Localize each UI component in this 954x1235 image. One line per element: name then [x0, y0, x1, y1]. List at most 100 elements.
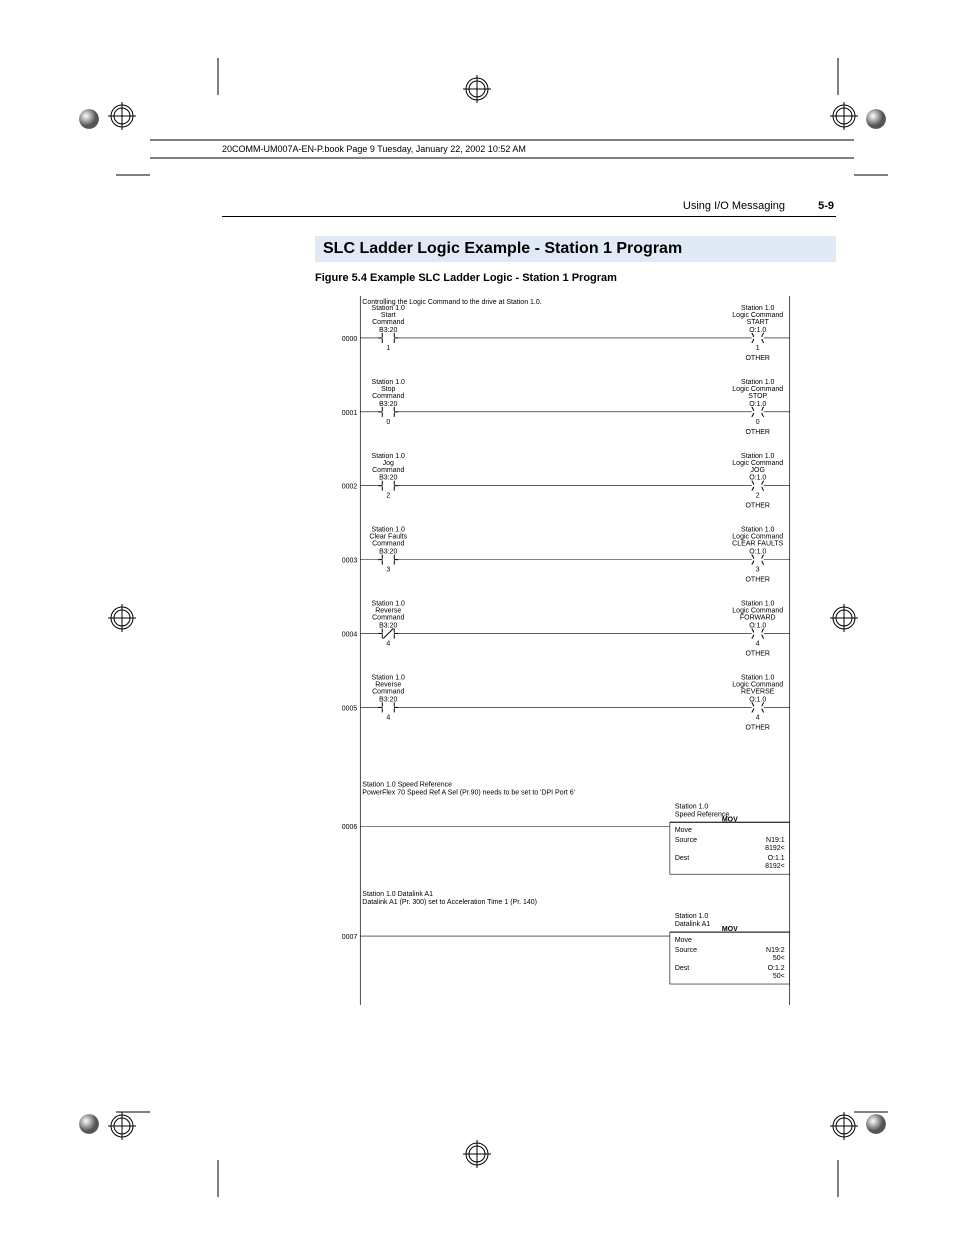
svg-text:50<: 50<: [773, 973, 785, 980]
svg-text:REVERSE: REVERSE: [741, 688, 775, 695]
svg-text:B3:20: B3:20: [379, 401, 397, 408]
svg-text:Clear Faults: Clear Faults: [369, 534, 407, 541]
svg-text:Station 1.0: Station 1.0: [741, 453, 775, 460]
svg-text:OTHER: OTHER: [746, 724, 770, 731]
svg-text:Station 1.0 Datalink A1: Station 1.0 Datalink A1: [362, 891, 433, 898]
svg-text:Move: Move: [675, 827, 692, 834]
svg-text:JOG: JOG: [751, 467, 765, 474]
svg-text:Command: Command: [372, 541, 404, 548]
svg-text:0000: 0000: [342, 336, 358, 343]
svg-text:Dest: Dest: [675, 965, 689, 972]
running-head: 20COMM-UM007A-EN-P.book Page 9 Tuesday, …: [222, 144, 526, 154]
svg-text:8192<: 8192<: [765, 845, 785, 852]
svg-text:Command: Command: [372, 688, 404, 695]
sphere-icon: [865, 1113, 887, 1135]
svg-text:Command: Command: [372, 615, 404, 622]
figure-caption: Figure 5.4 Example SLC Ladder Logic - St…: [315, 272, 617, 284]
svg-text:1: 1: [386, 345, 390, 352]
registration-mark-icon: [463, 1140, 491, 1168]
svg-text:2: 2: [386, 493, 390, 500]
svg-text:Station 1.0: Station 1.0: [372, 453, 406, 460]
svg-text:OTHER: OTHER: [746, 429, 770, 436]
registration-mark-icon: [108, 604, 136, 632]
svg-text:N19:1: N19:1: [766, 837, 785, 844]
svg-text:Logic Command: Logic Command: [732, 312, 783, 319]
svg-text:4: 4: [386, 641, 390, 648]
svg-text:CLEAR FAULTS: CLEAR FAULTS: [732, 541, 783, 548]
svg-text:Station 1.0: Station 1.0: [372, 674, 406, 681]
svg-text:O:1.0: O:1.0: [749, 401, 766, 408]
svg-text:Logic Command: Logic Command: [732, 534, 783, 541]
svg-text:Station 1.0 Speed Reference: Station 1.0 Speed Reference: [362, 781, 452, 788]
svg-text:Station 1.0: Station 1.0: [741, 601, 775, 608]
svg-text:4: 4: [756, 714, 760, 721]
svg-text:Command: Command: [372, 393, 404, 400]
svg-text:Logic Command: Logic Command: [732, 386, 783, 393]
svg-text:1: 1: [756, 345, 760, 352]
svg-text:Station 1.0: Station 1.0: [372, 379, 406, 386]
svg-text:OTHER: OTHER: [746, 577, 770, 584]
svg-text:Stop: Stop: [381, 386, 395, 393]
page-header: Using I/O Messaging 5-9: [683, 200, 834, 212]
svg-text:Logic Command: Logic Command: [732, 460, 783, 467]
svg-text:START: START: [747, 319, 770, 326]
svg-text:8192<: 8192<: [765, 863, 785, 870]
svg-text:0006: 0006: [342, 824, 358, 831]
svg-text:Station 1.0: Station 1.0: [741, 379, 775, 386]
header-rule: [222, 216, 836, 217]
svg-text:Source: Source: [675, 837, 697, 844]
sphere-icon: [78, 1113, 100, 1135]
svg-text:4: 4: [386, 714, 390, 721]
svg-text:OTHER: OTHER: [746, 503, 770, 510]
svg-text:0004: 0004: [342, 632, 358, 639]
svg-text:O:1.2: O:1.2: [768, 965, 785, 972]
registration-mark-icon: [830, 1112, 858, 1140]
svg-text:Station 1.0: Station 1.0: [741, 305, 775, 312]
svg-text:O:1.1: O:1.1: [768, 855, 785, 862]
svg-text:O:1.0: O:1.0: [749, 696, 766, 703]
svg-text:Reverse: Reverse: [375, 608, 401, 615]
svg-text:Station 1.0: Station 1.0: [741, 527, 775, 534]
registration-mark-icon: [108, 1112, 136, 1140]
svg-text:B3:20: B3:20: [379, 327, 397, 334]
svg-text:OTHER: OTHER: [746, 650, 770, 657]
svg-text:FORWARD: FORWARD: [740, 615, 776, 622]
sheet: 20COMM-UM007A-EN-P.book Page 9 Tuesday, …: [0, 0, 954, 1235]
svg-text:Station 1.0: Station 1.0: [372, 601, 406, 608]
svg-text:Logic Command: Logic Command: [732, 681, 783, 688]
svg-text:Command: Command: [372, 319, 404, 326]
svg-text:O:1.0: O:1.0: [749, 327, 766, 334]
svg-text:Station 1.0: Station 1.0: [741, 674, 775, 681]
svg-text:3: 3: [756, 567, 760, 574]
registration-mark-icon: [830, 604, 858, 632]
svg-text:0: 0: [756, 419, 760, 426]
svg-text:B3:20: B3:20: [379, 696, 397, 703]
svg-text:0001: 0001: [342, 410, 358, 417]
registration-mark-icon: [108, 102, 136, 130]
svg-text:Station 1.0: Station 1.0: [372, 305, 406, 312]
svg-text:0: 0: [386, 419, 390, 426]
page-number: 5-9: [818, 200, 834, 212]
svg-text:O:1.0: O:1.0: [749, 623, 766, 630]
svg-text:O:1.0: O:1.0: [749, 475, 766, 482]
svg-text:Dest: Dest: [675, 855, 689, 862]
svg-text:Reverse: Reverse: [375, 681, 401, 688]
svg-text:STOP: STOP: [748, 393, 767, 400]
registration-mark-icon: [830, 102, 858, 130]
ladder-diagram: Controlling the Logic Command to the dri…: [340, 296, 810, 1005]
svg-text:4: 4: [756, 641, 760, 648]
sphere-icon: [78, 108, 100, 130]
chapter-label: Using I/O Messaging: [683, 200, 785, 212]
svg-text:OTHER: OTHER: [746, 355, 770, 362]
svg-text:0002: 0002: [342, 484, 358, 491]
svg-text:Station 1.0: Station 1.0: [675, 913, 709, 920]
svg-text:Station 1.0: Station 1.0: [675, 803, 709, 810]
svg-text:50<: 50<: [773, 955, 785, 962]
svg-text:PowerFlex 70 Speed Ref A Sel (: PowerFlex 70 Speed Ref A Sel (Pr.90) nee…: [362, 789, 575, 796]
svg-text:Station 1.0: Station 1.0: [372, 527, 406, 534]
svg-text:0007: 0007: [342, 934, 358, 941]
section-title: SLC Ladder Logic Example - Station 1 Pro…: [315, 236, 836, 262]
svg-text:B3:20: B3:20: [379, 549, 397, 556]
svg-text:O:1.0: O:1.0: [749, 549, 766, 556]
sphere-icon: [865, 108, 887, 130]
